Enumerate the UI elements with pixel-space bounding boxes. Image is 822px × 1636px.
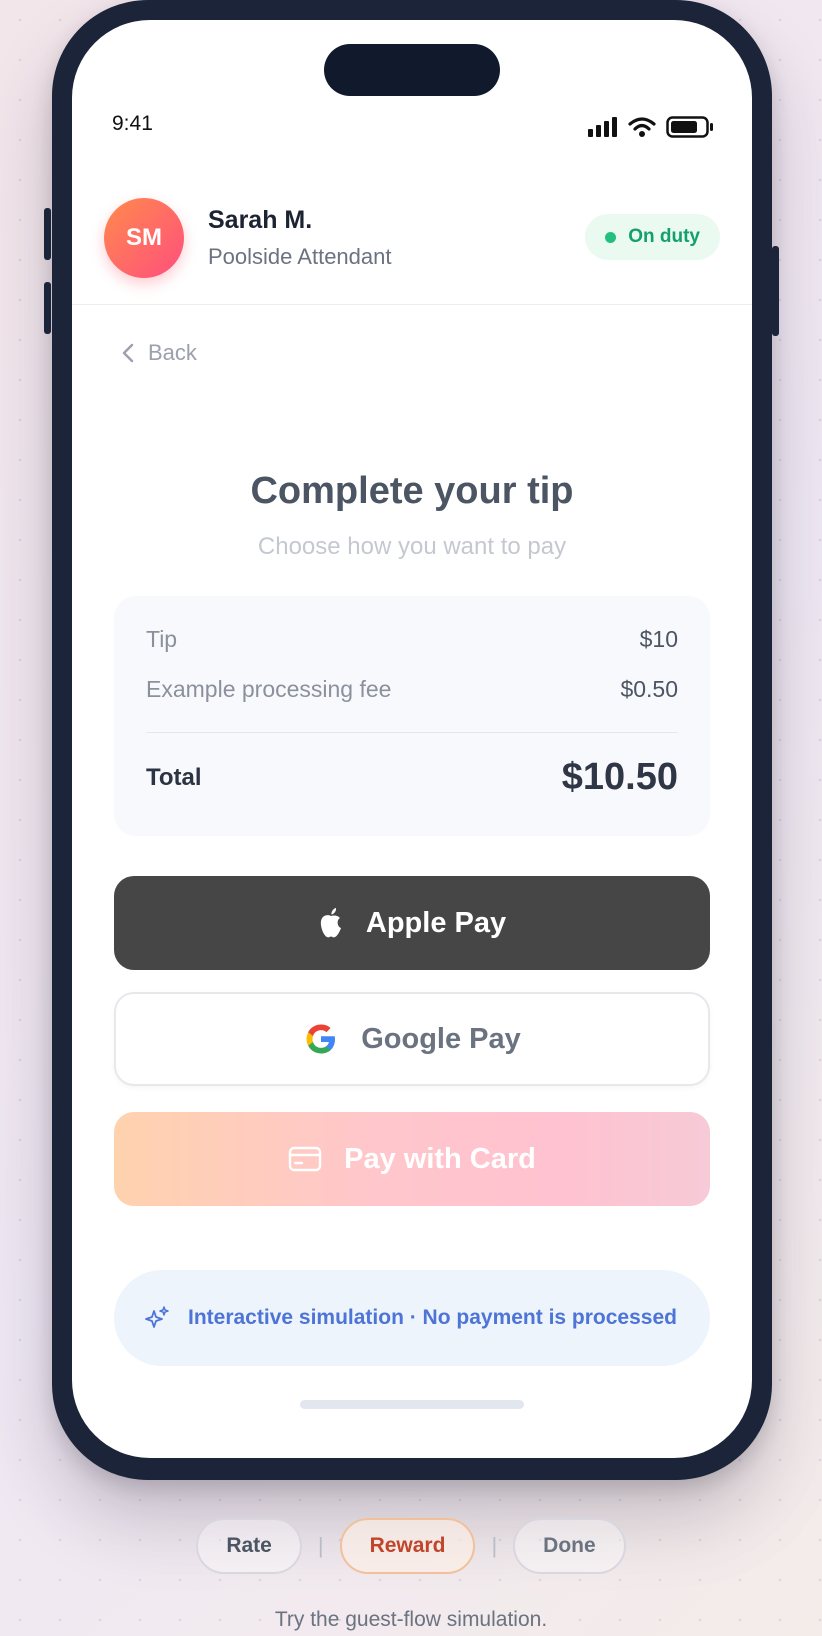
- google-logo-icon: [306, 1024, 336, 1054]
- page-title: Complete your tip: [250, 470, 574, 512]
- step-rate[interactable]: Rate: [196, 1518, 302, 1574]
- step-done[interactable]: Done: [513, 1518, 626, 1574]
- status-dot-icon: [605, 231, 617, 243]
- card-label: Pay with Card: [344, 1142, 536, 1175]
- fee-row: Example processing fee $0.50: [146, 676, 678, 703]
- status-badge: On duty: [585, 214, 720, 260]
- credit-card-icon: [288, 1146, 322, 1172]
- home-indicator: [300, 1400, 524, 1409]
- total-label: Total: [146, 764, 202, 791]
- signal-icon: [588, 117, 617, 137]
- battery-icon: [666, 116, 713, 138]
- order-summary: Tip $10 Example processing fee $0.50 Tot…: [114, 596, 710, 836]
- notice-text: Interactive simulation · No payment is p…: [188, 1306, 677, 1329]
- phone-power-button: [772, 246, 779, 336]
- pay-with-card-button[interactable]: Pay with Card: [114, 1112, 710, 1206]
- flow-steps: Rate | Reward | Done: [0, 1518, 822, 1574]
- caption: Try the guest-flow simulation.: [274, 1608, 548, 1631]
- phone-volume-button: [44, 282, 51, 334]
- apple-logo-icon: [320, 908, 341, 938]
- step-separator: |: [317, 1533, 324, 1558]
- summary-divider: [146, 732, 678, 733]
- tip-value: $10: [639, 626, 678, 652]
- phone-screen: 9:41 SM Sarah M. Poolside Attendant On d…: [72, 20, 752, 1458]
- attendant-header: SM Sarah M. Poolside Attendant On duty: [72, 178, 752, 305]
- apple-pay-label: Apple Pay: [365, 906, 507, 939]
- chevron-left-icon: [122, 343, 134, 363]
- total-value: $10.50: [561, 756, 678, 798]
- step-separator: |: [491, 1533, 498, 1558]
- apple-pay-button[interactable]: Apple Pay: [114, 876, 710, 970]
- step-reward[interactable]: Reward: [339, 1518, 476, 1574]
- avatar: SM: [104, 198, 184, 278]
- tip-label: Tip: [146, 626, 178, 652]
- back-label: Back: [148, 340, 197, 365]
- attendant-name: Sarah M.: [208, 206, 313, 234]
- google-pay-button[interactable]: Google Pay: [114, 992, 710, 1086]
- tip-row: Tip $10: [146, 626, 678, 653]
- wifi-icon: [628, 117, 656, 137]
- status-time: 9:41: [112, 112, 153, 135]
- phone-mute-button: [44, 208, 51, 260]
- dynamic-island: [324, 44, 500, 96]
- fee-value: $0.50: [620, 676, 678, 702]
- attendant-role: Poolside Attendant: [208, 244, 392, 269]
- simulation-notice: Interactive simulation · No payment is p…: [114, 1270, 710, 1366]
- back-button[interactable]: Back: [122, 340, 197, 366]
- status-icons: [588, 116, 714, 138]
- page-subtitle: Choose how you want to pay: [257, 533, 567, 560]
- google-pay-label: Google Pay: [361, 1022, 521, 1055]
- sparkles-icon: [145, 1306, 169, 1328]
- status-label: On duty: [628, 226, 700, 247]
- fee-label: Example processing fee: [146, 676, 392, 702]
